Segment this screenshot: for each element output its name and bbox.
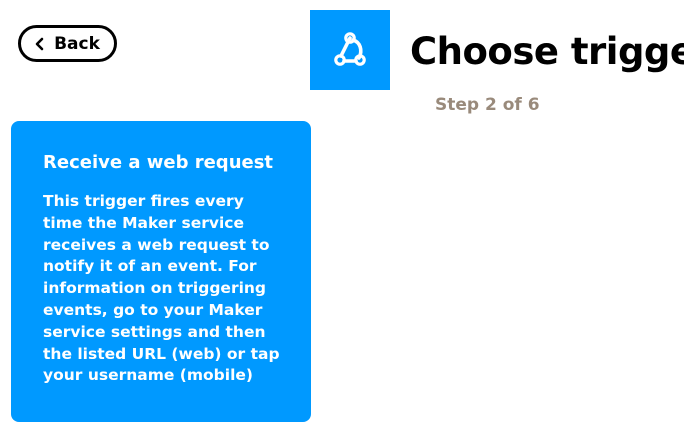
trigger-card-title: Receive a web request <box>43 152 274 173</box>
page-title: Choose trigger <box>410 30 684 73</box>
choose-trigger-page: Back Choose trigger Step 2 of 6 Receive … <box>0 0 684 433</box>
chevron-left-icon <box>35 37 45 51</box>
trigger-card-receive-web-request[interactable]: Receive a web request This trigger fires… <box>11 121 311 422</box>
back-button-label: Back <box>54 33 100 54</box>
webhooks-icon <box>310 10 390 90</box>
trigger-card-description: This trigger fires every time the Maker … <box>43 192 280 385</box>
back-button[interactable]: Back <box>18 25 117 62</box>
step-indicator: Step 2 of 6 <box>435 95 540 115</box>
